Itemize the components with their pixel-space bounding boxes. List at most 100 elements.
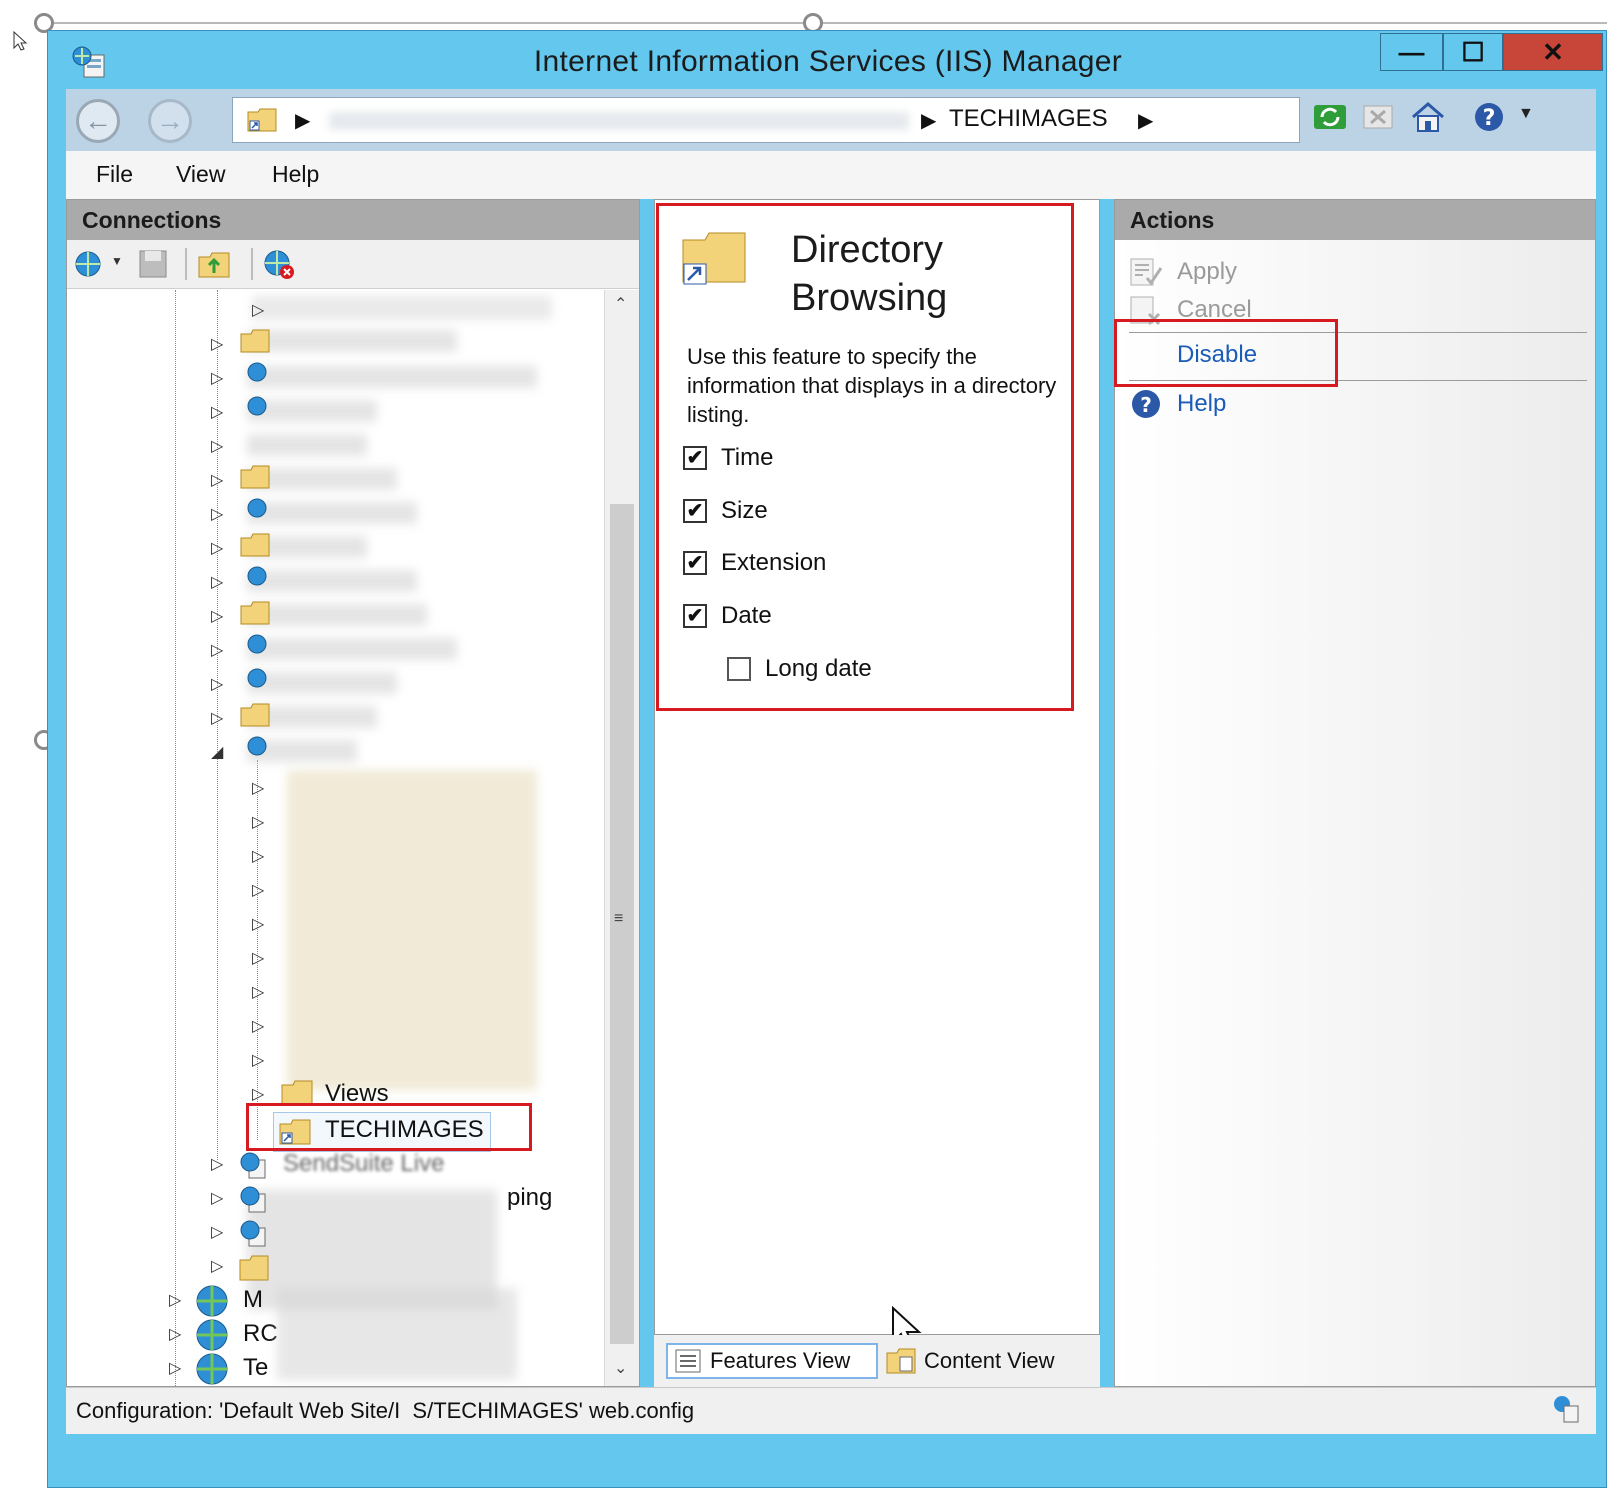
feature-title: Directory Browsing xyxy=(791,226,947,322)
action-help[interactable]: ? Help xyxy=(1129,388,1226,420)
connections-scrollbar[interactable]: ⌃ ≡ ⌄ xyxy=(604,290,639,1386)
menu-help[interactable]: Help xyxy=(272,161,319,188)
features-view-tab[interactable]: Features View xyxy=(666,1343,878,1379)
tree-node-redacted[interactable] xyxy=(252,296,552,320)
tree-expander-icon[interactable]: ▷ xyxy=(252,880,264,900)
tree-guide-line xyxy=(175,290,176,1386)
tree-node-server-rc[interactable]: RC xyxy=(243,1320,278,1348)
checkmark-icon: ✔ xyxy=(686,605,704,627)
tree-expander-icon[interactable]: ▷ xyxy=(211,1222,223,1242)
forward-button[interactable]: → xyxy=(148,99,192,143)
tree-node-redacted[interactable] xyxy=(247,502,417,524)
maximize-button[interactable]: ☐ xyxy=(1443,33,1503,71)
close-button[interactable]: ✕ xyxy=(1503,33,1603,71)
menu-file[interactable]: File xyxy=(96,161,133,188)
tree-expander-icon[interactable]: ▷ xyxy=(211,1188,223,1208)
tree-node-sendsuite-live[interactable]: SendSuite Live xyxy=(283,1150,444,1178)
option-time[interactable]: ✔ Time xyxy=(683,444,773,472)
tree-expander-icon[interactable]: ▷ xyxy=(211,470,223,490)
address-bar[interactable]: ▶ ▶ TECHIMAGES ▶ xyxy=(232,97,1300,143)
tree-expander-icon[interactable]: ▷ xyxy=(252,1050,264,1070)
tree-node-redacted[interactable] xyxy=(247,366,537,388)
tree-node-techimages[interactable]: TECHIMAGES xyxy=(325,1116,484,1144)
address-separator-arrow[interactable]: ▶ xyxy=(1138,108,1153,133)
content-view-label: Content View xyxy=(924,1348,1055,1373)
disconnect-icon[interactable] xyxy=(261,248,297,280)
action-disable[interactable]: Disable xyxy=(1177,341,1257,369)
action-cancel[interactable]: Cancel xyxy=(1129,294,1252,326)
content-view-tab[interactable]: Content View xyxy=(886,1343,1054,1379)
long-date-checkbox[interactable] xyxy=(727,657,751,681)
tree-node-redacted[interactable] xyxy=(247,570,417,592)
save-icon[interactable] xyxy=(137,248,169,280)
help-dropdown-chevron-icon[interactable]: ▼ xyxy=(1518,105,1534,123)
tree-expander-icon[interactable]: ▷ xyxy=(252,948,264,968)
tree-node-redacted[interactable] xyxy=(247,330,457,352)
tree-node-redacted-group[interactable] xyxy=(277,1288,517,1380)
tree-expander-icon[interactable]: ▷ xyxy=(211,572,223,592)
address-current-node[interactable]: TECHIMAGES xyxy=(949,105,1108,133)
tree-expander-icon[interactable]: ▷ xyxy=(211,504,223,524)
tree-node-redacted[interactable] xyxy=(247,604,427,626)
selection-frame-top xyxy=(47,22,1607,24)
folder-up-icon[interactable] xyxy=(197,248,231,280)
tree-expander-icon[interactable]: ▷ xyxy=(211,334,223,354)
size-checkbox[interactable]: ✔ xyxy=(683,499,707,523)
tree-expander-icon[interactable]: ▷ xyxy=(211,538,223,558)
help-icon[interactable]: ? xyxy=(1470,99,1508,135)
connect-dropdown-chevron-icon[interactable]: ▼ xyxy=(111,254,123,268)
tree-expander-icon[interactable]: ▷ xyxy=(252,914,264,934)
tree-node-server-te[interactable]: Te xyxy=(243,1354,268,1382)
option-date[interactable]: ✔ Date xyxy=(683,602,772,630)
address-separator-arrow[interactable]: ▶ xyxy=(295,108,310,133)
tree-expander-icon[interactable]: ▷ xyxy=(211,1256,223,1276)
tree-expander-icon[interactable]: ▷ xyxy=(169,1324,181,1344)
status-text: Configuration: 'Default Web Site/I S/TEC… xyxy=(76,1398,695,1423)
back-button[interactable]: ← xyxy=(76,99,120,143)
tree-expander-icon[interactable]: ▷ xyxy=(252,1084,264,1104)
tree-expander-icon[interactable]: ▷ xyxy=(211,640,223,660)
tree-expander-icon[interactable]: ▷ xyxy=(211,708,223,728)
tree-expander-icon[interactable]: ▷ xyxy=(252,982,264,1002)
option-size[interactable]: ✔ Size xyxy=(683,497,768,525)
tree-node-server-m[interactable]: M xyxy=(243,1286,263,1314)
tree-expander-icon[interactable]: ▷ xyxy=(252,812,264,832)
menu-view[interactable]: View xyxy=(176,161,225,188)
tree-expander-icon[interactable]: ▷ xyxy=(211,674,223,694)
connect-icon[interactable] xyxy=(73,248,107,280)
refresh-icon[interactable] xyxy=(1311,99,1349,135)
date-checkbox[interactable]: ✔ xyxy=(683,604,707,628)
option-extension[interactable]: ✔ Extension xyxy=(683,549,826,577)
tree-node-redacted-group[interactable] xyxy=(287,770,537,1090)
status-bar: Configuration: 'Default Web Site/I S/TEC… xyxy=(66,1387,1596,1434)
time-checkbox[interactable]: ✔ xyxy=(683,446,707,470)
scroll-down-chevron-icon[interactable]: ⌄ xyxy=(614,1358,627,1378)
tree-expander-icon[interactable]: ▷ xyxy=(211,436,223,456)
tree-expander-icon[interactable]: ▷ xyxy=(252,300,264,320)
connections-tree[interactable]: ▷ ▷ ▷ ▷ ▷ ▷ ▷ ▷ ▷ ▷ ▷ ▷ ▷ ◢ ▷ ▷ ▷ ▷ ▷ ▷ … xyxy=(67,290,605,1386)
tree-expander-icon[interactable]: ▷ xyxy=(252,1016,264,1036)
scroll-up-chevron-icon[interactable]: ⌃ xyxy=(614,294,627,314)
option-long-date[interactable]: Long date xyxy=(727,655,872,683)
address-separator-arrow[interactable]: ▶ xyxy=(921,108,936,133)
tree-expander-icon[interactable]: ▷ xyxy=(211,1154,223,1174)
tree-expander-icon[interactable]: ▷ xyxy=(211,368,223,388)
tree-expander-icon[interactable]: ▷ xyxy=(211,402,223,422)
tree-expander-icon[interactable]: ▷ xyxy=(252,846,264,866)
stop-icon[interactable] xyxy=(1359,99,1397,135)
action-apply[interactable]: Apply xyxy=(1129,256,1237,288)
tree-expander-icon[interactable]: ▷ xyxy=(169,1358,181,1378)
svg-text:?: ? xyxy=(1140,393,1152,417)
tree-expander-icon[interactable]: ▷ xyxy=(211,606,223,626)
tree-expander-icon[interactable]: ▷ xyxy=(252,778,264,798)
tree-collapse-icon[interactable]: ◢ xyxy=(211,742,223,762)
features-view-label: Features View xyxy=(710,1348,851,1373)
tree-node-ping[interactable]: ping xyxy=(507,1184,552,1212)
tree-expander-icon[interactable]: ▷ xyxy=(169,1290,181,1310)
checkmark-icon: ✔ xyxy=(686,500,704,522)
minimize-button[interactable]: — xyxy=(1380,33,1443,71)
tree-node-redacted[interactable] xyxy=(247,638,457,660)
extension-checkbox[interactable]: ✔ xyxy=(683,551,707,575)
home-icon[interactable] xyxy=(1409,99,1447,135)
tree-node-views[interactable]: Views xyxy=(325,1080,389,1108)
